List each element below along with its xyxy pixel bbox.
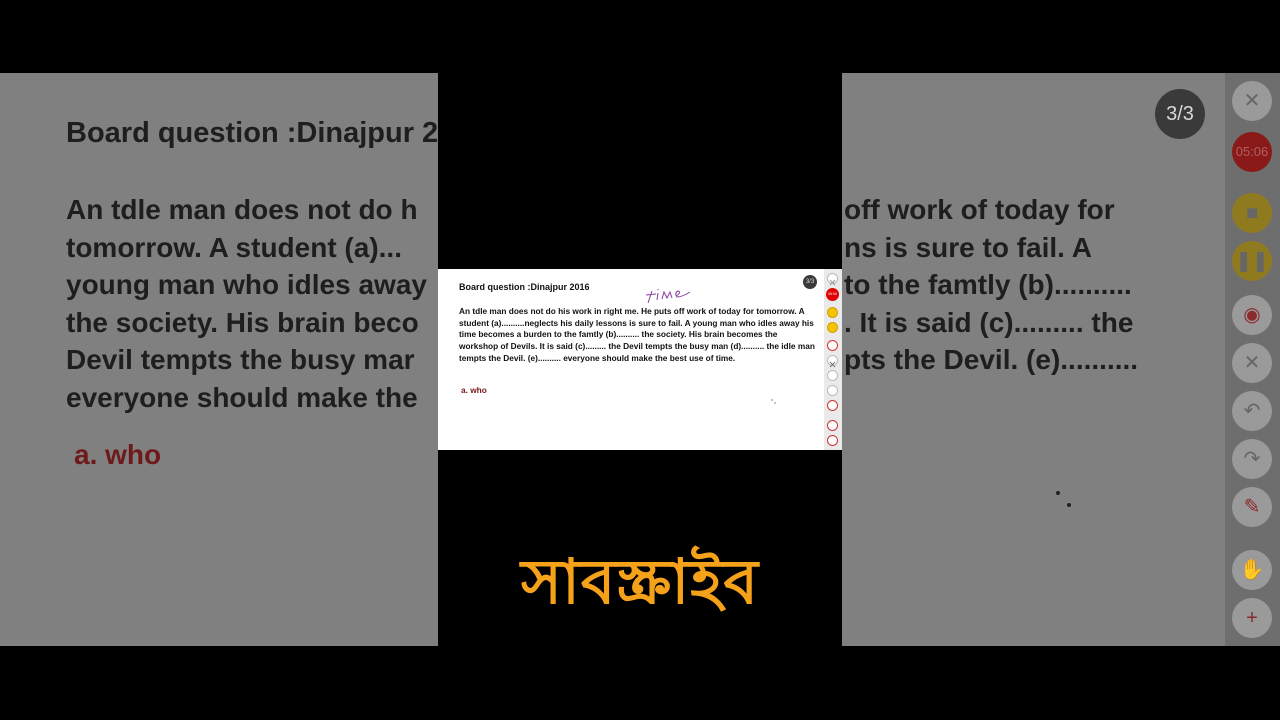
stop-record-icon[interactable]	[827, 307, 838, 318]
stray-dots	[771, 399, 776, 404]
background-timer: 05:06	[1232, 132, 1272, 172]
slide-title: Board question :Dinajpur 2016	[459, 282, 590, 292]
pen-icon[interactable]	[827, 400, 838, 411]
undo-icon[interactable]	[827, 370, 838, 381]
redo-icon: ↷	[1232, 439, 1272, 479]
undo-icon: ↶	[1232, 391, 1272, 431]
pen-icon: ✎	[1232, 487, 1272, 527]
slide-answer: a. who	[461, 385, 487, 395]
video-column: Board question :Dinajpur 2016 An tdle ma…	[438, 73, 842, 646]
hand-icon: ✋	[1232, 550, 1272, 590]
hand-icon[interactable]	[827, 420, 838, 431]
bottom-letterbox	[0, 646, 1280, 720]
background-line-right: off work of today for	[844, 194, 1115, 225]
add-page-icon[interactable]	[827, 435, 838, 446]
camera-icon[interactable]	[827, 340, 838, 351]
stop-record-icon: ■	[1232, 193, 1272, 233]
top-letterbox	[0, 0, 1280, 73]
background-answer: a. who	[74, 439, 162, 470]
background-line-right: . It is said (c)......... the	[844, 306, 1134, 338]
handwritten-time-annotation: time	[642, 283, 691, 304]
pause-icon[interactable]	[827, 322, 838, 333]
background-dot	[1056, 491, 1060, 495]
background-title: Board question :Dinajpur 2	[66, 117, 439, 149]
whiteboard-slide[interactable]: Board question :Dinajpur 2016 An tdle ma…	[438, 269, 842, 450]
recording-timer: 05:06	[826, 288, 839, 301]
background-line-right: to the famtly (b)..........	[844, 269, 1132, 300]
clear-icon[interactable]	[827, 355, 838, 368]
annotation-text: time	[642, 283, 644, 284]
page-indicator: 3/3	[803, 275, 817, 289]
close-icon: ✕	[1232, 81, 1272, 121]
clear-icon: ✕	[1232, 343, 1272, 383]
recording-toolbar: 05:06	[824, 269, 842, 450]
background-toolbar: ✕ 05:06 ■ ❚❚ ◉ ✕ ↶ ↷ ✎ ✋ +	[1225, 73, 1280, 646]
background-line-right: pts the Devil. (e)..........	[844, 344, 1139, 375]
background-body-right: off work of today for ns is sure to fail…	[844, 191, 1138, 379]
background-page-indicator: 3/3	[1155, 89, 1205, 139]
pause-icon: ❚❚	[1232, 241, 1272, 281]
background-dot	[1067, 503, 1071, 507]
subscribe-overlay-text[interactable]: সাবস্ক্রাইব	[438, 535, 842, 638]
camera-icon: ◉	[1232, 295, 1272, 335]
add-page-icon: +	[1232, 598, 1272, 638]
redo-icon[interactable]	[827, 385, 838, 396]
background-line-right: ns is sure to fail. A	[844, 231, 1092, 263]
slide-body: An tdle man does not do his work in righ…	[459, 306, 815, 363]
close-icon[interactable]	[827, 273, 838, 286]
